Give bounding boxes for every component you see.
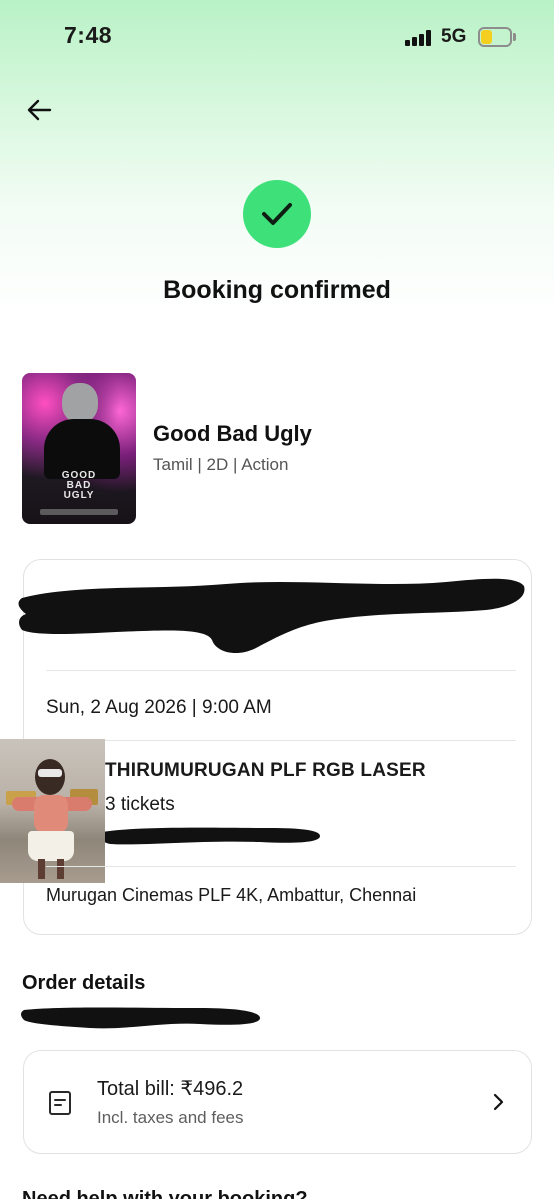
- movie-poster: GOOD BAD UGLY: [22, 373, 136, 524]
- chevron-right-icon: [493, 1093, 504, 1111]
- status-bar: 7:48 5G: [0, 0, 554, 70]
- venue-address: Murugan Cinemas PLF 4K, Ambattur, Chenna…: [46, 885, 417, 905]
- meme-sticker: [0, 739, 105, 883]
- help-section-title[interactable]: Need help with your booking?: [22, 1188, 308, 1199]
- show-datetime: Sun, 2 Aug 2026 | 9:00 AM: [46, 697, 272, 718]
- redacted-seats: [100, 827, 320, 845]
- bill-note: Incl. taxes and fees: [97, 1108, 244, 1127]
- order-details-title: Order details: [22, 972, 146, 994]
- total-bill: Total bill: ₹496.2: [97, 1078, 244, 1100]
- page-title: Booking confirmed: [163, 276, 391, 304]
- screen-name: THIRUMURUGAN PLF RGB LASER: [105, 760, 426, 781]
- divider: [46, 670, 516, 671]
- success-badge: [243, 180, 311, 248]
- movie-meta: Tamil | 2D | Action: [153, 455, 289, 474]
- arrow-left-icon: [27, 99, 52, 121]
- movie-title: Good Bad Ugly: [153, 421, 312, 446]
- check-icon: [262, 203, 292, 225]
- poster-logo: GOOD BAD UGLY: [61, 470, 97, 501]
- back-button[interactable]: [24, 94, 56, 126]
- total-bill-button[interactable]: [23, 1050, 532, 1154]
- ticket-count: 3 tickets: [105, 794, 175, 815]
- divider: [46, 866, 516, 867]
- signal-icon: [405, 30, 435, 46]
- receipt-icon: [49, 1091, 71, 1115]
- battery-icon: [478, 27, 516, 47]
- status-time: 7:48: [64, 22, 113, 48]
- redacted-order-id: [21, 1007, 260, 1029]
- network-type: 5G: [441, 26, 467, 47]
- redacted-block: [18, 578, 525, 654]
- divider: [46, 740, 516, 741]
